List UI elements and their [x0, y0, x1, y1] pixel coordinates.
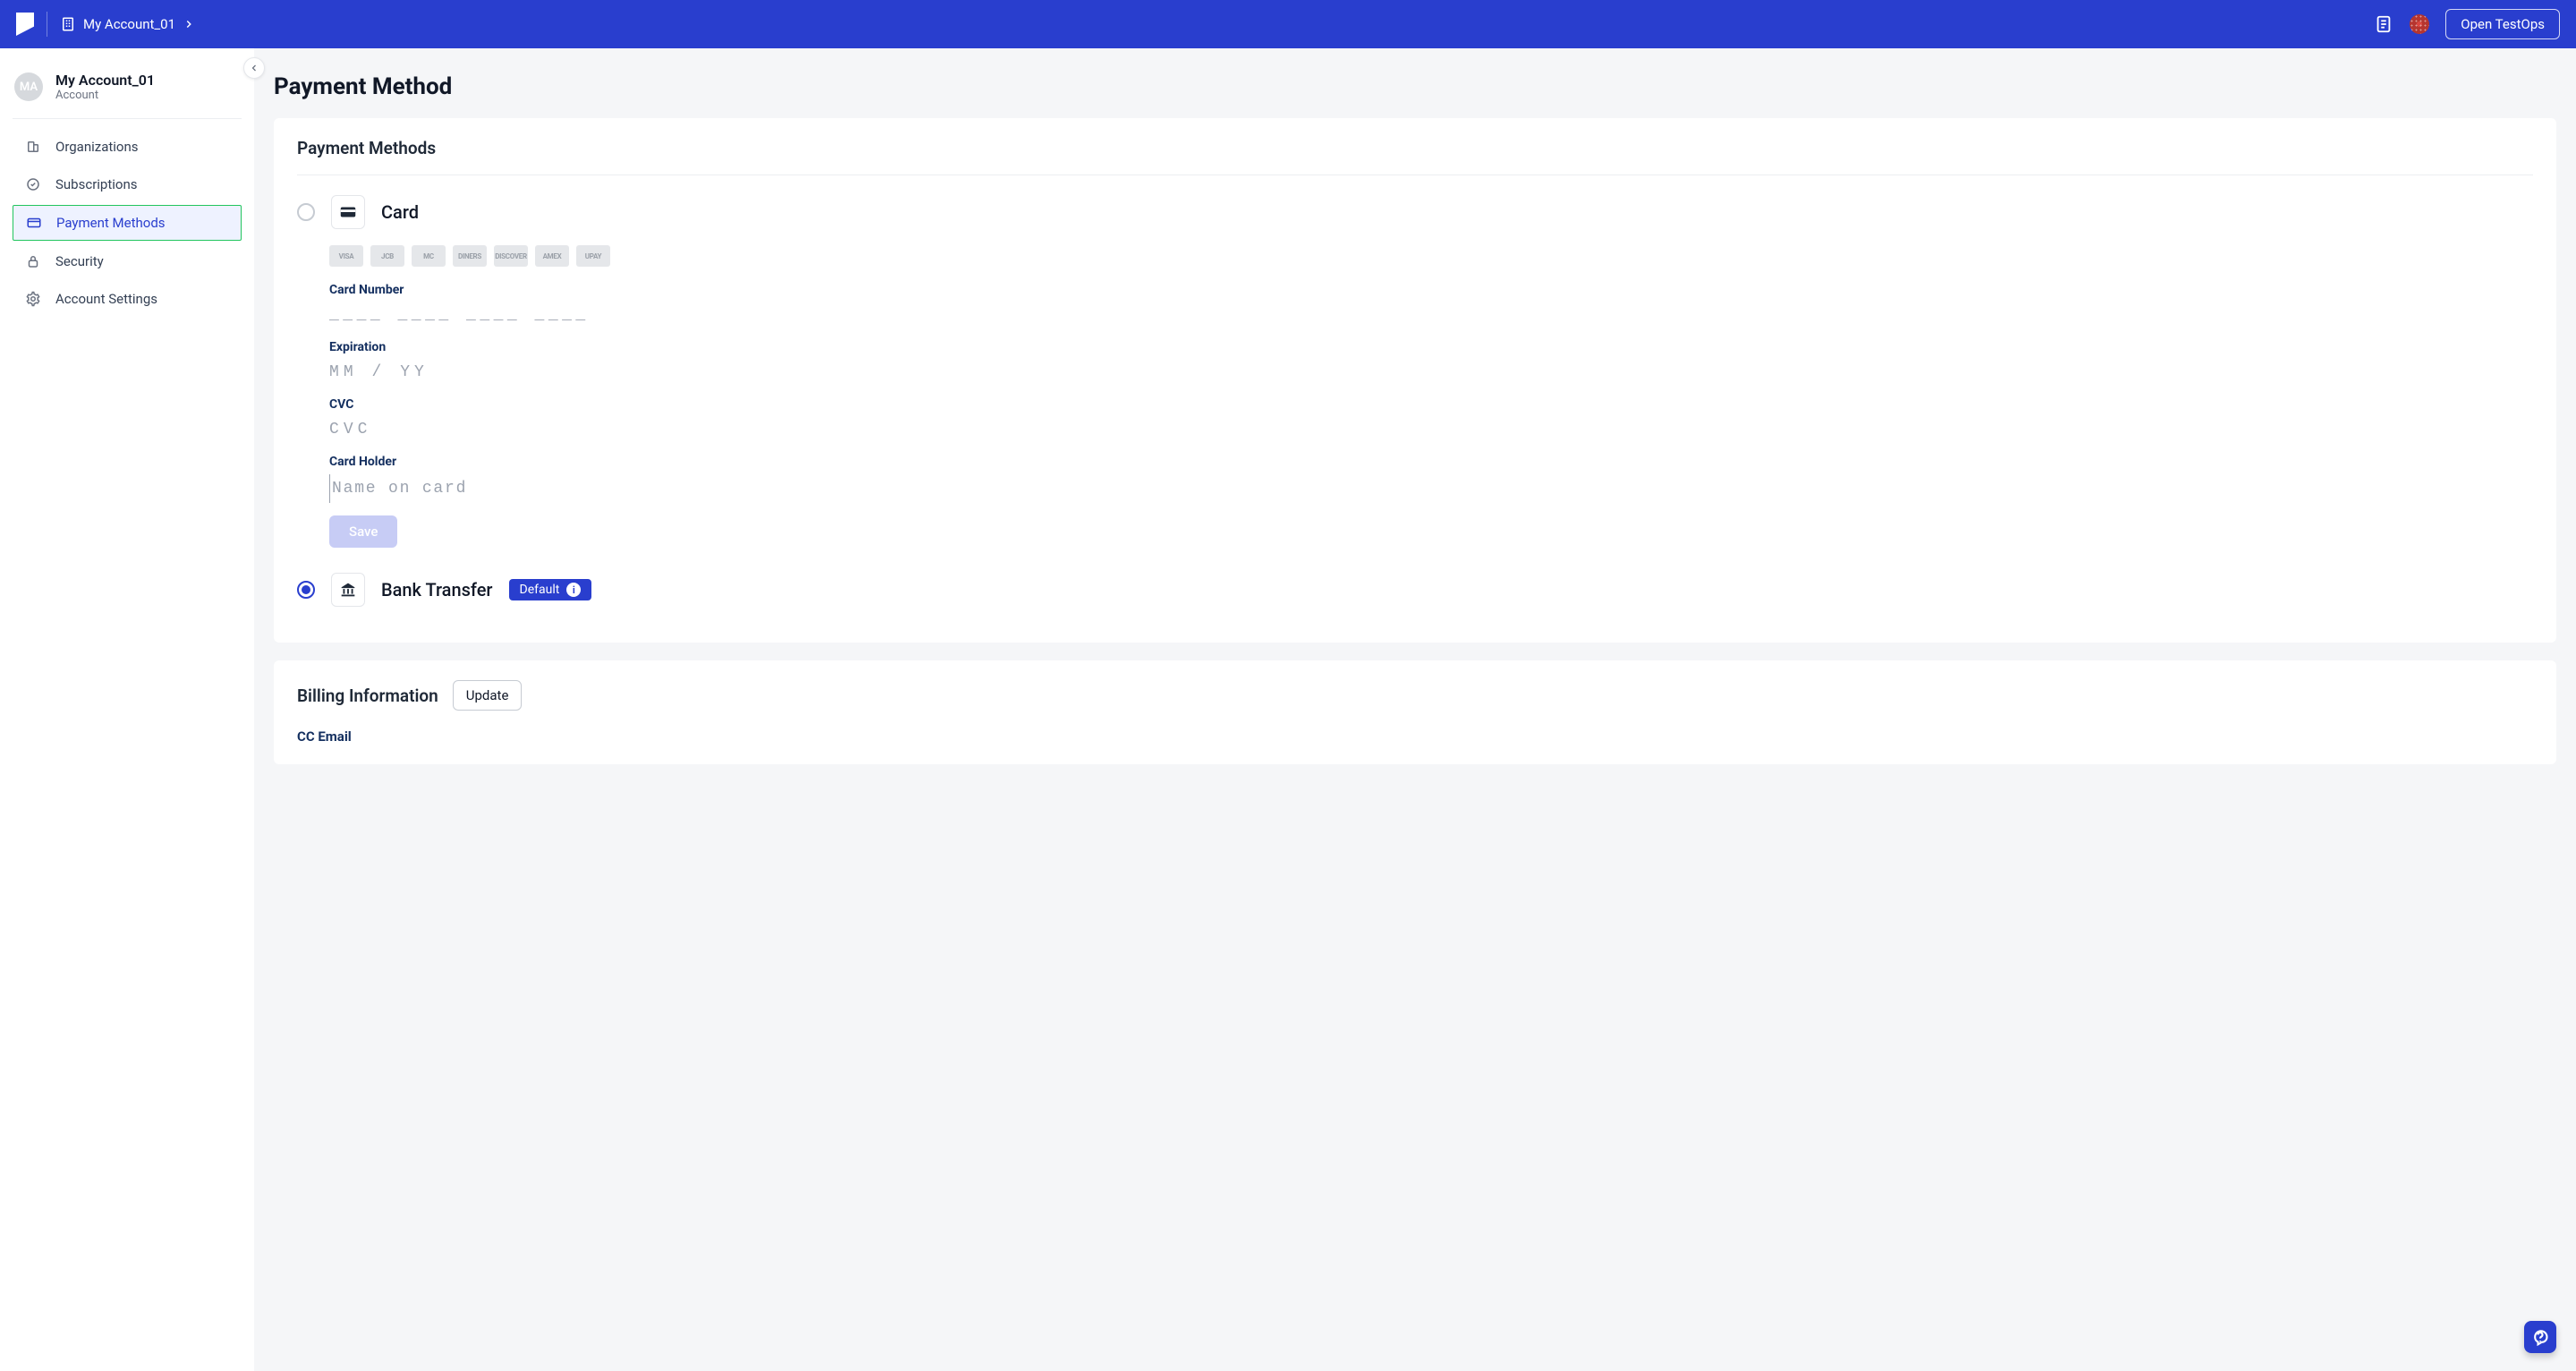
- sidebar-item-account-settings[interactable]: Account Settings: [13, 282, 242, 316]
- sidebar-item-label: Account Settings: [55, 291, 157, 307]
- bank-radio[interactable]: [297, 581, 315, 599]
- card-holder-label: Card Holder: [329, 455, 795, 469]
- breadcrumb-text: My Account_01: [83, 16, 175, 32]
- cc-email-label: CC Email: [297, 728, 2533, 745]
- visa-icon: VISA: [329, 245, 363, 267]
- payment-methods-card: Payment Methods Card VISA JCB MC DINERS …: [274, 118, 2556, 643]
- billing-information-card: Billing Information Update CC Email: [274, 660, 2556, 764]
- default-badge: Default i: [509, 579, 592, 600]
- sidebar-item-label: Payment Methods: [56, 215, 166, 231]
- sidebar-item-security[interactable]: Security: [13, 244, 242, 278]
- card-icon: [26, 215, 42, 231]
- card-tile-icon: [331, 195, 365, 229]
- card-holder-input[interactable]: [329, 474, 795, 503]
- sidebar-item-label: Security: [55, 253, 104, 269]
- lock-icon: [25, 253, 41, 269]
- app-logo: [16, 13, 34, 36]
- update-button[interactable]: Update: [453, 680, 523, 711]
- gear-icon: [25, 291, 41, 307]
- sidebar: MA My Account_01 Account Organizations S…: [0, 48, 254, 1371]
- sidebar-item-payment-methods[interactable]: Payment Methods: [13, 205, 242, 241]
- check-circle-icon: [25, 176, 41, 192]
- chevron-right-icon: [183, 18, 195, 30]
- sidebar-item-label: Subscriptions: [55, 176, 137, 192]
- notes-icon[interactable]: [2374, 14, 2393, 34]
- card-method-label: Card: [381, 201, 419, 223]
- amex-icon: AMEX: [535, 245, 569, 267]
- discover-icon: DISCOVER: [494, 245, 528, 267]
- open-testops-button[interactable]: Open TestOps: [2445, 9, 2560, 39]
- save-button[interactable]: Save: [329, 515, 397, 548]
- account-name: My Account_01: [55, 72, 155, 89]
- account-subtitle: Account: [55, 89, 155, 102]
- expiration-input[interactable]: MM / YY: [329, 360, 795, 385]
- building-icon: [60, 16, 76, 32]
- breadcrumb[interactable]: My Account_01: [60, 16, 195, 32]
- card-number-label: Card Number: [329, 283, 795, 297]
- cvc-label: CVC: [329, 397, 795, 412]
- avatar: MA: [14, 72, 43, 101]
- diners-icon: DINERS: [453, 245, 487, 267]
- payment-method-bank-row: Bank Transfer Default i: [297, 573, 2533, 607]
- topbar: My Account_01 Open TestOps: [0, 0, 2576, 48]
- payment-method-card-row: Card: [297, 195, 2533, 229]
- sidebar-item-organizations[interactable]: Organizations: [13, 130, 242, 164]
- card-brand-icons: VISA JCB MC DINERS DISCOVER AMEX UPAY: [329, 245, 2533, 267]
- card-radio[interactable]: [297, 203, 315, 221]
- bank-method-label: Bank Transfer: [381, 579, 493, 600]
- card-number-input[interactable]: ____ ____ ____ ____: [329, 302, 795, 328]
- section-title: Payment Methods: [297, 138, 2533, 175]
- sidebar-item-subscriptions[interactable]: Subscriptions: [13, 167, 242, 201]
- cvc-input[interactable]: CVC: [329, 417, 795, 442]
- bank-tile-icon: [331, 573, 365, 607]
- info-icon[interactable]: i: [566, 583, 581, 597]
- jcb-icon: JCB: [370, 245, 404, 267]
- main-content: Payment Method Payment Methods Card VISA…: [254, 48, 2576, 1371]
- billing-title: Billing Information: [297, 686, 438, 706]
- expiration-label: Expiration: [329, 340, 795, 354]
- mastercard-icon: MC: [412, 245, 446, 267]
- unionpay-icon: UPAY: [576, 245, 610, 267]
- organizations-icon: [25, 139, 41, 155]
- help-button[interactable]: [2524, 1321, 2556, 1353]
- default-badge-text: Default: [520, 583, 560, 597]
- globe-icon[interactable]: [2410, 14, 2429, 34]
- account-header: MA My Account_01 Account: [13, 68, 242, 119]
- page-title: Payment Method: [274, 73, 2556, 100]
- help-icon: [2531, 1328, 2549, 1346]
- sidebar-item-label: Organizations: [55, 139, 139, 155]
